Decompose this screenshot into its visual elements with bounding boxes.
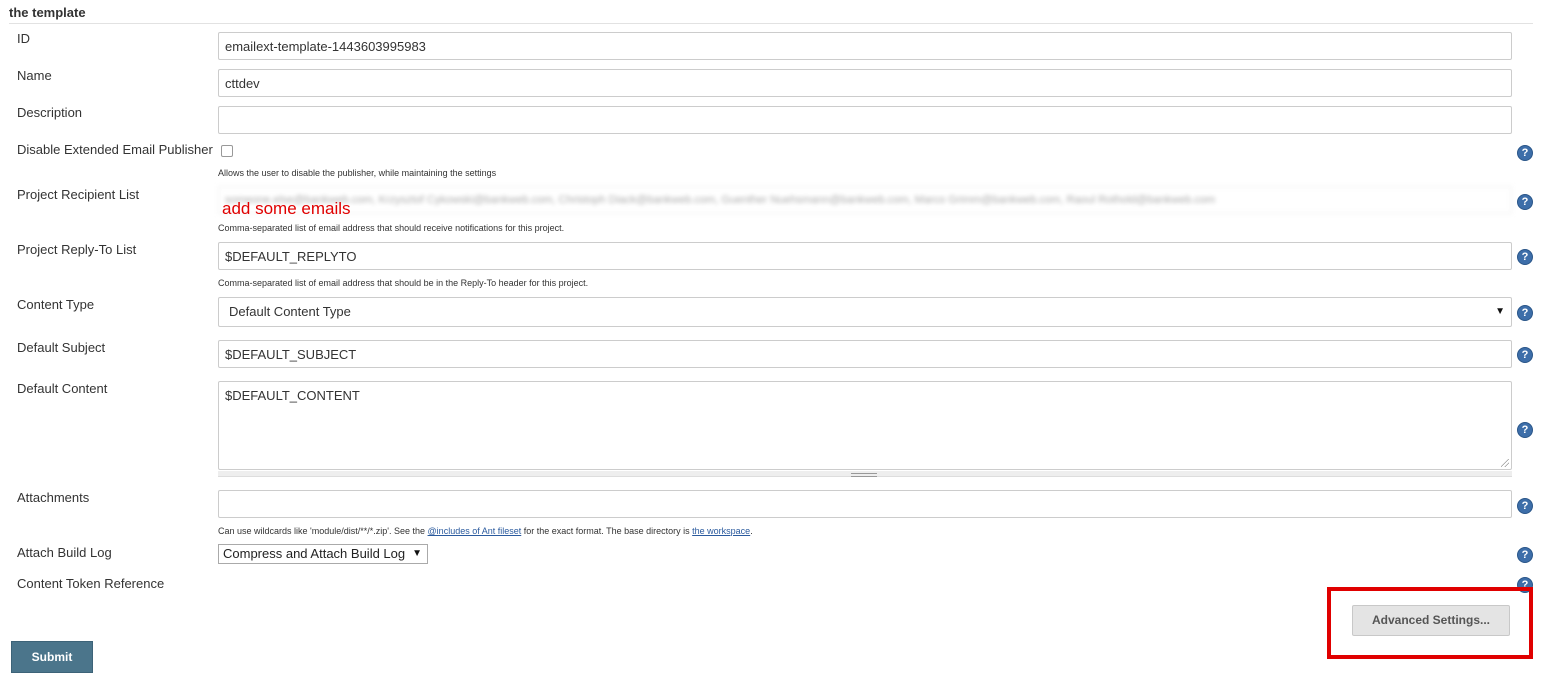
help-icon[interactable]: ? [1517,498,1533,514]
attach-build-log-label: Attach Build Log [17,545,112,560]
recipient-list-hint: Comma-separated list of email address th… [218,223,565,233]
grip-icon [851,473,877,477]
help-icon[interactable]: ? [1517,145,1533,161]
ant-fileset-link[interactable]: @includes of Ant fileset [428,526,522,536]
recipient-list-label: Project Recipient List [17,187,140,202]
annotation-text: add some emails [222,199,351,218]
help-icon[interactable]: ? [1517,422,1533,438]
recipient-list-input[interactable] [218,186,1512,214]
attachments-hint-text: Can use wildcards like 'module/dist/**/*… [218,526,428,536]
attach-build-log-select[interactable]: Compress and Attach Build Log ▼ [218,544,428,564]
help-icon[interactable]: ? [1517,347,1533,363]
disable-publisher-label: Disable Extended Email Publisher [17,142,213,157]
attachments-hint-text: . [750,526,753,536]
resize-grip-icon[interactable] [1501,459,1509,467]
description-input[interactable] [218,106,1512,134]
default-subject-input[interactable] [218,340,1512,368]
highlight-box [1327,587,1533,659]
help-icon[interactable]: ? [1517,547,1533,563]
reply-to-hint: Comma-separated list of email address th… [218,278,589,288]
default-content-value: $DEFAULT_CONTENT [225,388,360,403]
help-icon[interactable]: ? [1517,194,1533,210]
attachments-hint-text: for the exact format. The base directory… [521,526,693,536]
default-content-label: Default Content [17,381,108,396]
attachments-input[interactable] [218,490,1512,518]
name-input[interactable] [218,69,1512,97]
chevron-down-icon: ▼ [412,548,422,559]
section-title: the template [9,5,86,20]
section-divider [9,23,1533,24]
id-input[interactable] [218,32,1512,60]
reply-to-label: Project Reply-To List [17,242,137,257]
submit-button[interactable]: Submit [11,641,93,673]
disable-publisher-hint: Allows the user to disable the publisher… [218,168,497,178]
description-label: Description [17,105,83,120]
default-subject-label: Default Subject [17,340,106,355]
textarea-resize-handle[interactable] [218,471,1512,477]
content-type-select[interactable]: Default Content Type ▼ [218,297,1512,327]
content-type-label: Content Type [17,297,95,312]
help-icon[interactable]: ? [1517,305,1533,321]
default-content-textarea[interactable]: $DEFAULT_CONTENT [218,381,1512,470]
content-type-value: Default Content Type [229,304,351,319]
id-label: ID [17,31,30,46]
attach-build-log-value: Compress and Attach Build Log [223,546,406,561]
help-icon[interactable]: ? [1517,249,1533,265]
disable-publisher-checkbox[interactable] [221,145,233,157]
attachments-label: Attachments [17,490,90,505]
reply-to-input[interactable] [218,242,1512,270]
content-token-reference-label: Content Token Reference [17,576,165,591]
chevron-down-icon: ▼ [1495,306,1505,317]
name-label: Name [17,68,52,83]
workspace-link[interactable]: the workspace [692,526,750,536]
attachments-hint: Can use wildcards like 'module/dist/**/*… [218,526,753,536]
